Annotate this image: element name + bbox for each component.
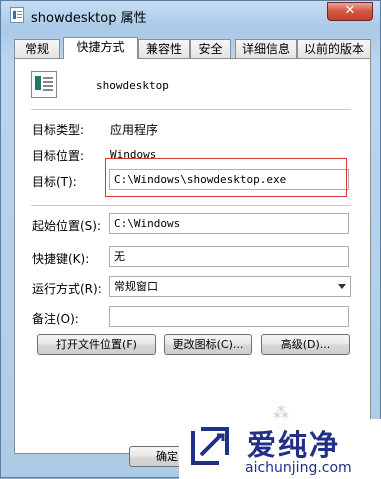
target-location-label: 目标位置: — [32, 149, 85, 163]
tab-compatibility[interactable]: 兼容性 — [138, 39, 190, 58]
hotkey-input[interactable]: 无 — [109, 246, 349, 267]
comment-input[interactable] — [109, 306, 349, 327]
shortcut-name: showdesktop — [96, 79, 169, 92]
advanced-button[interactable]: 高级(D)... — [261, 334, 350, 355]
tab-strip: 常规 快捷方式 兼容性 安全 详细信息 以前的版本 — [14, 37, 374, 59]
chevron-down-icon[interactable] — [338, 284, 346, 289]
divider — [31, 205, 351, 206]
properties-window: showdesktop 属性 ✕ 常规 快捷方式 兼容性 安全 详细信息 以前的… — [0, 0, 381, 479]
tab-details[interactable]: 详细信息 — [235, 39, 297, 58]
run-select-value: 常规窗口 — [114, 280, 158, 293]
tab-general[interactable]: 常规 — [14, 39, 60, 58]
start-in-input[interactable]: C:\Windows — [109, 213, 349, 234]
start-in-label: 起始位置(S): — [32, 219, 102, 233]
watermark-url: aichunjing.com — [245, 460, 352, 476]
window-title: showdesktop 属性 — [31, 11, 147, 26]
tab-previous-versions[interactable]: 以前的版本 — [297, 39, 371, 58]
watermark-brand-text: 爱纯净 — [247, 428, 341, 462]
run-select[interactable]: 常规窗口 — [109, 276, 351, 297]
tab-security[interactable]: 安全 — [190, 39, 231, 58]
app-icon — [10, 7, 24, 23]
title-bar[interactable]: showdesktop 属性 ✕ — [1, 1, 381, 31]
tab-shortcut[interactable]: 快捷方式 — [63, 37, 138, 59]
shortcut-file-icon[interactable] — [31, 71, 57, 98]
run-label: 运行方式(R): — [32, 282, 102, 296]
comment-label: 备注(O): — [32, 312, 79, 326]
target-label: 目标(T): — [32, 175, 77, 189]
hotkey-label: 快捷键(K): — [32, 252, 90, 266]
open-file-location-button[interactable]: 打开文件位置(F) — [37, 334, 156, 355]
divider — [31, 109, 351, 110]
target-type-value: 应用程序 — [110, 123, 159, 137]
close-button[interactable]: ✕ — [327, 2, 373, 21]
watermark: 爱纯净 aichunjing.com — [179, 419, 381, 479]
brand-logo-icon — [191, 427, 229, 465]
highlight-box — [105, 158, 347, 197]
change-icon-button[interactable]: 更改图标(C)... — [164, 334, 252, 355]
target-type-label: 目标类型: — [32, 123, 85, 137]
